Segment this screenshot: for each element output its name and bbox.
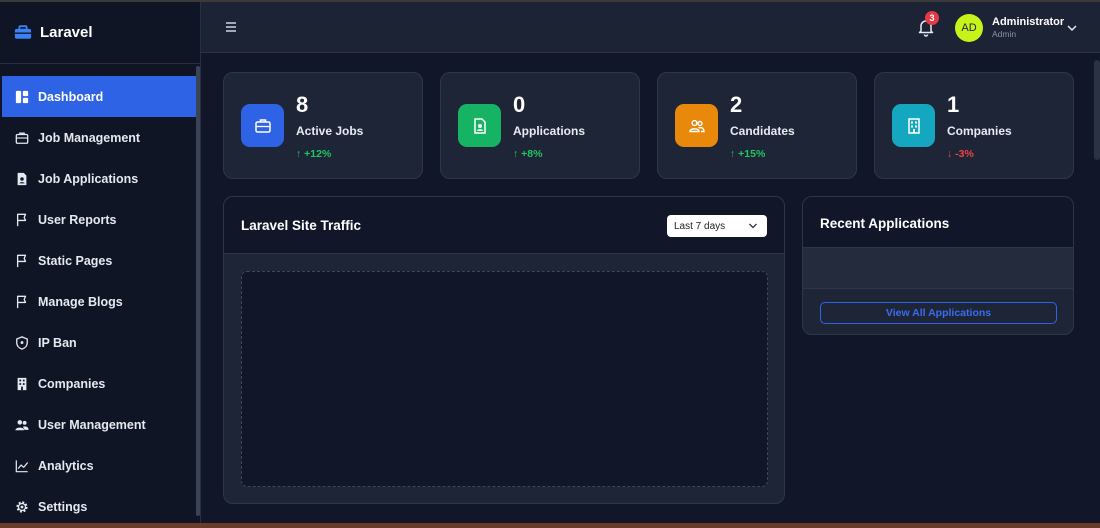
- stat-change: ↑ +15%: [730, 148, 766, 160]
- shield-icon: [14, 335, 29, 350]
- sidebar-item-label: Companies: [38, 376, 106, 391]
- recent-applications-list: [803, 248, 1073, 289]
- date-range-value: Last 7 days: [674, 220, 726, 232]
- sidebar-item-user-reports[interactable]: User Reports: [2, 199, 196, 240]
- sidebar-item-label: User Reports: [38, 212, 117, 227]
- chart-line-icon: [14, 458, 29, 473]
- notification-badge: 3: [925, 11, 939, 25]
- sidebar-item-label: Dashboard: [38, 89, 104, 104]
- briefcase-icon: [14, 130, 29, 145]
- sidebar-item-label: Settings: [38, 499, 88, 514]
- stat-change: ↑ +8%: [513, 148, 543, 160]
- sidebar-item-label: Manage Blogs: [38, 294, 123, 309]
- sidebar-item-job-applications[interactable]: Job Applications: [2, 158, 196, 199]
- brand[interactable]: Laravel: [0, 2, 200, 64]
- brand-title: Laravel: [40, 24, 93, 41]
- date-range-select[interactable]: Last 7 days: [667, 215, 767, 237]
- sidebar-item-label: Static Pages: [38, 253, 113, 268]
- recent-applications-panel: Recent Applications View All Application…: [802, 196, 1074, 335]
- sidebar-item-label: Analytics: [38, 458, 94, 473]
- stat-value: 8: [296, 92, 309, 117]
- chevron-down-icon[interactable]: [1066, 22, 1078, 34]
- chevron-down-icon: [749, 223, 757, 229]
- flag-icon: [14, 253, 29, 268]
- site-traffic-panel: Laravel Site Traffic Last 7 days: [223, 196, 785, 504]
- users-icon: [14, 417, 29, 432]
- stat-label: Active Jobs: [296, 124, 364, 138]
- app-frame: Laravel Dashboard Job Management Job App…: [0, 2, 1100, 523]
- panel-header: Laravel Site Traffic Last 7 days: [224, 197, 784, 254]
- file-user-icon: [14, 171, 29, 186]
- flag-icon: [14, 212, 29, 227]
- sidebar: Laravel Dashboard Job Management Job App…: [0, 2, 201, 523]
- hamburger-icon[interactable]: [223, 19, 239, 35]
- building-icon: [892, 104, 935, 147]
- stat-card-active-jobs[interactable]: 8 Active Jobs ↑ +12%: [223, 72, 423, 179]
- sidebar-item-ip-ban[interactable]: IP Ban: [2, 322, 196, 363]
- building-icon: [14, 376, 29, 391]
- window-bottom-edge: [0, 523, 1100, 528]
- sidebar-item-manage-blogs[interactable]: Manage Blogs: [2, 281, 196, 322]
- stat-change: ↓ -3%: [947, 148, 974, 160]
- panel-title: Recent Applications: [820, 216, 950, 231]
- sidebar-scrollbar[interactable]: [196, 66, 200, 516]
- stat-change: ↑ +12%: [296, 148, 332, 160]
- panel-header: Recent Applications: [803, 197, 1073, 248]
- topbar: 3 AD Administrator Admin: [201, 2, 1100, 53]
- sidebar-item-analytics[interactable]: Analytics: [2, 445, 196, 486]
- flag-icon: [14, 294, 29, 309]
- sidebar-item-dashboard[interactable]: Dashboard: [2, 76, 196, 117]
- stat-card-candidates[interactable]: 2 Candidates ↑ +15%: [657, 72, 857, 179]
- briefcase-icon: [241, 104, 284, 147]
- stat-value: 1: [947, 92, 960, 117]
- file-user-icon: [458, 104, 501, 147]
- sidebar-item-label: User Management: [38, 417, 146, 432]
- panel-title: Laravel Site Traffic: [241, 218, 362, 233]
- traffic-chart-area: [241, 271, 768, 487]
- gear-icon: [14, 499, 29, 514]
- view-all-applications-button[interactable]: View All Applications: [820, 302, 1057, 324]
- user-role: Admin: [992, 29, 1017, 39]
- dashboard-icon: [14, 89, 29, 104]
- sidebar-item-label: Job Applications: [38, 171, 139, 186]
- briefcase-icon: [14, 25, 32, 39]
- stat-card-applications[interactable]: 0 Applications ↑ +8%: [440, 72, 640, 179]
- sidebar-item-job-management[interactable]: Job Management: [2, 117, 196, 158]
- sidebar-item-label: Job Management: [38, 130, 141, 145]
- stat-value: 0: [513, 92, 526, 117]
- sidebar-item-companies[interactable]: Companies: [2, 363, 196, 404]
- users-icon: [675, 104, 718, 147]
- stat-label: Companies: [947, 124, 1012, 138]
- page-scrollbar[interactable]: [1094, 60, 1100, 160]
- sidebar-item-user-management[interactable]: User Management: [2, 404, 196, 445]
- stat-label: Applications: [513, 124, 586, 138]
- stat-label: Candidates: [730, 124, 795, 138]
- avatar[interactable]: AD: [955, 14, 983, 42]
- sidebar-nav: Dashboard Job Management Job Application…: [2, 76, 196, 523]
- sidebar-item-settings[interactable]: Settings: [2, 486, 196, 523]
- stat-card-companies[interactable]: 1 Companies ↓ -3%: [874, 72, 1074, 179]
- stat-value: 2: [730, 92, 743, 117]
- sidebar-item-static-pages[interactable]: Static Pages: [2, 240, 196, 281]
- sidebar-item-label: IP Ban: [38, 335, 77, 350]
- user-name[interactable]: Administrator: [992, 16, 1064, 28]
